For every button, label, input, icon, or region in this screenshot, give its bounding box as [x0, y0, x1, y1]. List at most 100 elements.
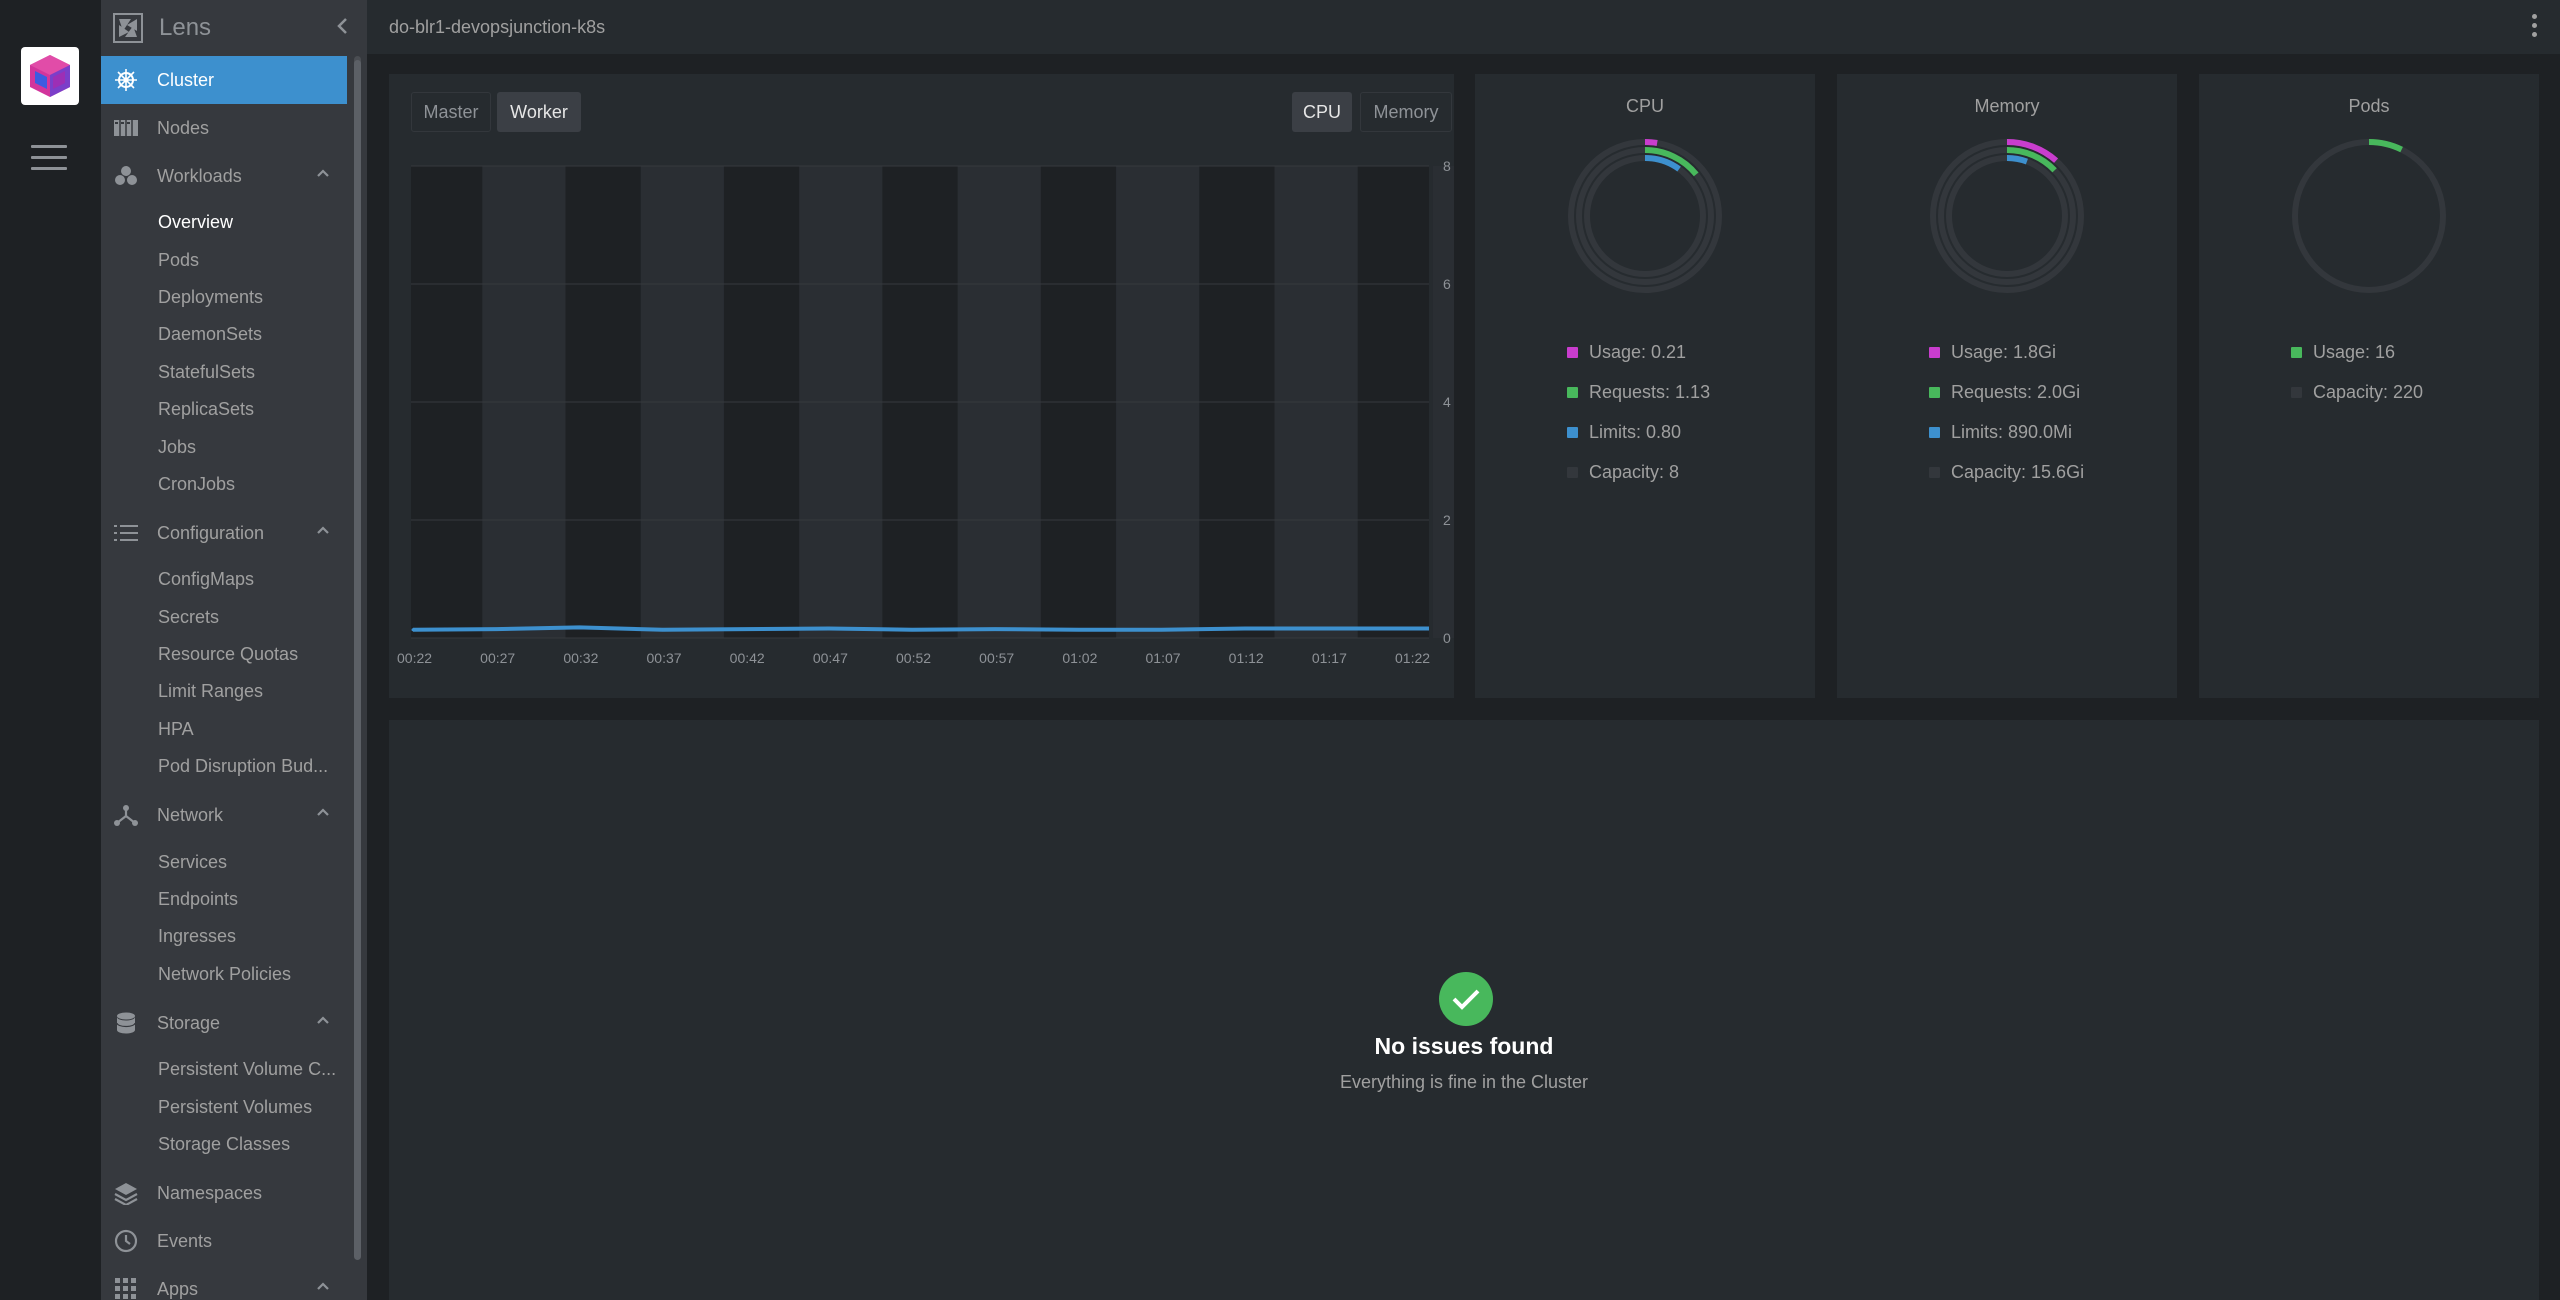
sidebar-item-configuration[interactable]: Configuration — [101, 509, 347, 557]
clock-icon — [114, 1230, 138, 1253]
chevron-up-icon[interactable] — [315, 1012, 331, 1028]
ring-track — [1568, 139, 1722, 293]
sidebar-subitem-statefulsets[interactable]: StatefulSets — [101, 354, 347, 391]
lens-app: Lens Cluster Nodes Workloads Overview Pods De… — [0, 0, 2560, 1300]
legend-swatch — [1929, 426, 1940, 438]
sidebar-subitem-cronjobs[interactable]: CronJobs — [101, 466, 347, 503]
lens-logo-icon — [113, 13, 143, 43]
sidebar: Lens Cluster Nodes Workloads Overview Pods De… — [101, 0, 367, 1300]
x-tick-label: 01:22 — [1395, 650, 1430, 666]
sidebar-item-cluster[interactable]: Cluster — [101, 56, 347, 104]
cpu-stat-title: CPU — [1625, 96, 1664, 116]
legend-item: Requests: 1.13 — [1567, 372, 1710, 412]
pods-donut-chart — [2292, 139, 2446, 293]
sidebar-subitem-overview[interactable]: Overview — [101, 204, 347, 241]
sidebar-submenu-configuration: ConfigMaps Secrets Resource Quotas Limit Ra… — [101, 557, 367, 791]
apps-grid-icon — [115, 1278, 136, 1300]
sidebar-subitem-limit-ranges[interactable]: Limit Ranges — [101, 673, 347, 710]
sidebar-subitem-secrets[interactable]: Secrets — [101, 599, 347, 636]
sidebar-subitem-ingresses[interactable]: Ingresses — [101, 918, 347, 955]
legend-swatch — [1567, 426, 1578, 438]
sidebar-item-apps[interactable]: Apps — [101, 1265, 347, 1300]
memory-donut-chart — [1930, 139, 2084, 293]
sidebar-scrollbar-thumb[interactable] — [354, 60, 361, 1260]
sidebar-item-nodes[interactable]: Nodes — [101, 104, 347, 152]
collapse-sidebar-icon[interactable] — [335, 16, 349, 42]
list-icon — [114, 525, 138, 542]
data-point — [1243, 627, 1247, 631]
helm-wheel-icon — [115, 69, 137, 91]
sidebar-subitem-storage-classes[interactable]: Storage Classes — [101, 1126, 347, 1163]
pods-stat-panel: Pods Usage: 16 Capacity: 220 — [2199, 74, 2539, 698]
issues-subtitle: Everything is fine in the Cluster — [1339, 1072, 1589, 1092]
legend-label: Capacity: 15.6Gi — [1951, 461, 2085, 482]
workloads-icon — [115, 166, 137, 185]
chevron-up-icon[interactable] — [315, 804, 331, 820]
sidebar-subitem-replicasets[interactable]: ReplicaSets — [101, 391, 347, 428]
sidebar-item-label: Nodes — [157, 117, 210, 138]
sidebar-item-label: Events — [157, 1230, 213, 1251]
y-tick-label: 6 — [1443, 276, 1451, 292]
sidebar-item-workloads[interactable]: Workloads — [101, 152, 347, 200]
sidebar-subitem-pods[interactable]: Pods — [101, 241, 347, 278]
sidebar-item-namespaces[interactable]: Namespaces — [101, 1169, 347, 1217]
data-point — [993, 627, 997, 631]
sidebar-item-label: Workloads — [157, 165, 242, 186]
chevron-up-icon[interactable] — [315, 1278, 331, 1294]
ring-track — [1584, 155, 1706, 277]
cluster-issues-panel: No issues found Everything is fine in th… — [389, 720, 2539, 1300]
legend-label: Requests: 2.0Gi — [1951, 381, 2081, 402]
sidebar-subitem-configmaps[interactable]: ConfigMaps — [101, 561, 347, 598]
sidebar-subitem-daemonsets[interactable]: DaemonSets — [101, 316, 347, 353]
ring-track — [2292, 139, 2446, 293]
x-tick-label: 00:42 — [730, 650, 765, 666]
data-point — [827, 627, 831, 631]
x-tick-label: 00:57 — [979, 650, 1014, 666]
legend-label: Requests: 1.13 — [1589, 381, 1711, 402]
main-content: do-blr1-devopsjunction-k8s Master Worker… — [367, 0, 2560, 1300]
data-point — [1409, 627, 1413, 631]
sidebar-subitem-deployments[interactable]: Deployments — [101, 279, 347, 316]
x-tick-label: 00:32 — [563, 650, 598, 666]
data-point — [1160, 628, 1163, 632]
legend-swatch — [1929, 386, 1940, 398]
memory-legend: Usage: 1.8Gi Requests: 2.0Gi Limits: 890.0… — [1929, 332, 2084, 492]
cluster-avatar-icon[interactable] — [21, 47, 79, 105]
chevron-up-icon[interactable] — [315, 522, 331, 538]
sidebar-item-label: Network — [157, 804, 224, 825]
pods-legend: Usage: 16 Capacity: 220 — [2291, 332, 2423, 412]
sidebar-subitem-endpoints[interactable]: Endpoints — [101, 881, 347, 918]
data-point — [744, 627, 748, 631]
sidebar-subitem-persistent-volumes[interactable]: Persistent Volumes — [101, 1088, 347, 1125]
check-circle-icon — [1439, 972, 1493, 1026]
app-title: Lens — [159, 14, 212, 41]
sidebar-subitem-persistent-volume-c[interactable]: Persistent Volume C... — [101, 1051, 347, 1088]
sidebar-item-storage[interactable]: Storage — [101, 999, 347, 1047]
x-tick-label: 00:47 — [813, 650, 848, 666]
sidebar-item-network[interactable]: Network — [101, 791, 347, 839]
sidebar-subitem-pod-disruption-bud[interactable]: Pod Disruption Bud... — [101, 748, 347, 785]
more-options-icon[interactable] — [2532, 14, 2538, 40]
sidebar-subitem-hpa[interactable]: HPA — [101, 711, 347, 748]
data-point — [411, 628, 415, 632]
chevron-up-icon[interactable] — [315, 165, 331, 181]
legend-label: Capacity: 8 — [1589, 461, 1680, 482]
sidebar-subitem-network-policies[interactable]: Network Policies — [101, 956, 347, 993]
x-tick-label: 01:12 — [1229, 650, 1264, 666]
hamburger-menu-icon[interactable] — [31, 145, 67, 173]
legend-item: Requests: 2.0Gi — [1929, 372, 2084, 412]
x-tick-label: 00:52 — [896, 650, 931, 666]
sidebar-item-events[interactable]: Events — [101, 1217, 347, 1265]
sidebar-subitem-resource-quotas[interactable]: Resource Quotas — [101, 636, 347, 673]
topbar: do-blr1-devopsjunction-k8s — [367, 0, 2560, 54]
sidebar-item-label: Storage — [157, 1012, 221, 1033]
sidebar-subitem-services[interactable]: Services — [101, 843, 347, 880]
legend-label: Capacity: 220 — [2313, 381, 2424, 402]
memory-stat-panel: Memory Usage: 1.8Gi Requests: 2.0Gi Limits… — [1837, 74, 2177, 698]
legend-item: Usage: 16 — [2291, 332, 2423, 372]
data-point — [1076, 628, 1080, 632]
legend-label: Limits: 890.0Mi — [1951, 421, 2073, 442]
legend-label: Limits: 0.80 — [1589, 421, 1682, 442]
sidebar-subitem-jobs[interactable]: Jobs — [101, 428, 347, 465]
legend-item: Capacity: 8 — [1567, 452, 1710, 492]
